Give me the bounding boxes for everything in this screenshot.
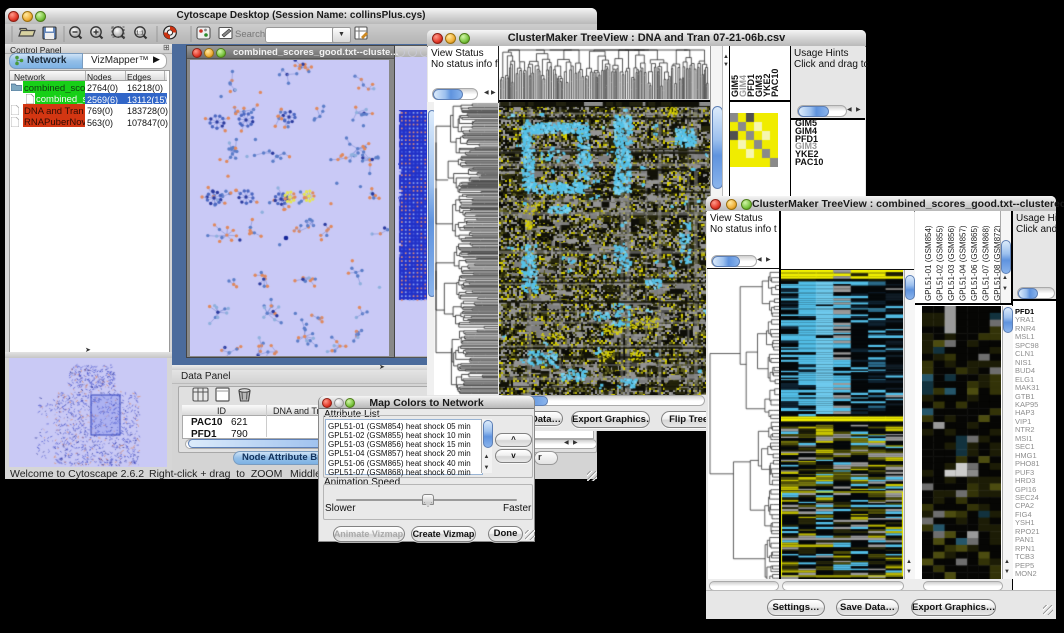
svg-text:GPL51-01 (GSM854): GPL51-01 (GSM854)	[924, 225, 933, 301]
svg-text:GPL51-03 (GSM856): GPL51-03 (GSM856)	[947, 225, 956, 301]
svg-text:GPL51-08 (GSM872): GPL51-08 (GSM872)	[993, 225, 1000, 301]
svg-text:1:1: 1:1	[136, 31, 144, 37]
svg-text:GPL51-07 (GSM868): GPL51-07 (GSM868)	[981, 225, 990, 301]
svg-text:GPL51-02 (GSM855): GPL51-02 (GSM855)	[935, 225, 944, 301]
svg-text:GPL51-04 (GSM857): GPL51-04 (GSM857)	[958, 225, 967, 301]
svg-text:GPL51-06 (GSM865): GPL51-06 (GSM865)	[970, 225, 979, 301]
svg-text:PAC10: PAC10	[770, 69, 780, 97]
